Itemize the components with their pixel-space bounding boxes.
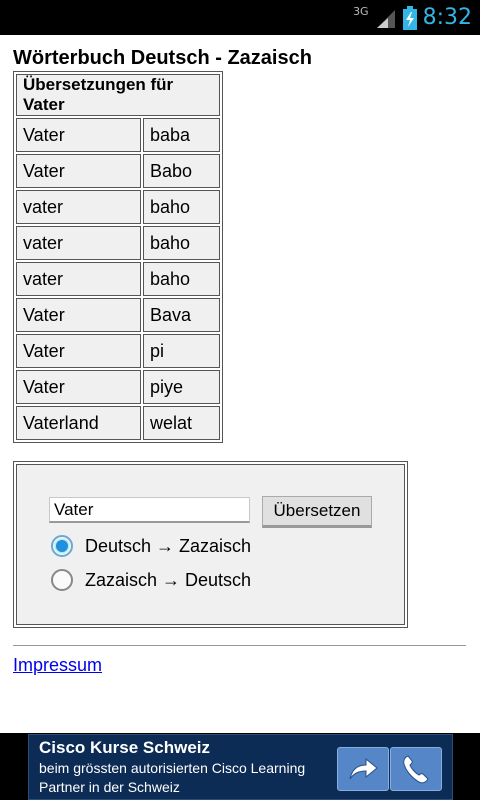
signal-icon	[376, 9, 395, 28]
zazaki-word-cell: baho	[143, 226, 220, 260]
german-word-cell: Vater	[16, 154, 141, 188]
german-word-cell: Vater	[16, 298, 141, 332]
translation-form: Übersetzen Deutsch → Zazaisch Zazaisch →…	[13, 461, 408, 628]
ad-open-button[interactable]	[337, 747, 389, 791]
table-row: Vater Babo	[16, 154, 220, 188]
german-word-cell: Vater	[16, 370, 141, 404]
table-row: Vater Bava	[16, 298, 220, 332]
translations-table: Übersetzungen für Vater Vater baba Vater…	[13, 71, 223, 443]
translation-form-panel: Übersetzen Deutsch → Zazaisch Zazaisch →…	[16, 464, 405, 625]
german-word-cell: Vater	[16, 334, 141, 368]
option-de-to-zza[interactable]: Deutsch → Zazaisch	[51, 535, 251, 557]
ad-title: Cisco Kurse Schweiz	[39, 738, 211, 757]
zazaki-word-cell: Bava	[143, 298, 220, 332]
zazaki-word-cell: baho	[143, 190, 220, 224]
german-word-cell: Vaterland	[16, 406, 141, 440]
table-row: vater baho	[16, 226, 220, 260]
battery-charging-icon	[402, 5, 417, 30]
german-word-cell: vater	[16, 262, 141, 296]
divider	[13, 645, 466, 646]
table-header: Übersetzungen für Vater	[16, 74, 220, 116]
ad-banner[interactable]: Cisco Kurse Schweiz beim grössten autori…	[28, 734, 453, 800]
zazaki-word-cell: welat	[143, 406, 220, 440]
ad-call-button[interactable]	[390, 747, 442, 791]
option-label: Deutsch → Zazaisch	[85, 535, 252, 556]
table-row: Vater pi	[16, 334, 220, 368]
phone-icon	[403, 755, 429, 784]
zazaki-word-cell: baho	[143, 262, 220, 296]
table-row: Vater piye	[16, 370, 220, 404]
radio-dot	[56, 540, 68, 552]
status-bar: 3G 8:32	[0, 0, 480, 35]
arrow-icon	[349, 757, 378, 780]
zazaki-word-cell: pi	[143, 334, 220, 368]
word-input[interactable]	[49, 497, 250, 523]
clock: 8:32	[422, 5, 472, 30]
impressum-link[interactable]: Impressum	[13, 655, 102, 676]
table-row: Vaterland welat	[16, 406, 220, 440]
main-content: Wörterbuch Deutsch - Zazaisch Übersetzun…	[13, 45, 468, 676]
german-word-cell: vater	[16, 190, 141, 224]
zazaki-word-cell: baba	[143, 118, 220, 152]
zazaki-word-cell: Babo	[143, 154, 220, 188]
table-header-row: Übersetzungen für Vater	[16, 74, 220, 116]
radio-button[interactable]	[51, 569, 73, 591]
german-word-cell: vater	[16, 226, 141, 260]
option-zza-to-de[interactable]: Zazaisch → Deutsch	[51, 569, 251, 591]
table-row: vater baho	[16, 190, 220, 224]
table-row: vater baho	[16, 262, 220, 296]
zazaki-word-cell: piye	[143, 370, 220, 404]
ad-text: beim grössten autorisierten Cisco Learni…	[39, 760, 306, 795]
table-row: Vater baba	[16, 118, 220, 152]
page-title: Wörterbuch Deutsch - Zazaisch	[13, 47, 312, 69]
ad-banner-bar: Cisco Kurse Schweiz beim grössten autori…	[0, 733, 480, 800]
option-label: Zazaisch → Deutsch	[85, 569, 252, 590]
radio-button-checked[interactable]	[51, 535, 73, 557]
network-type-label: 3G	[353, 5, 369, 18]
german-word-cell: Vater	[16, 118, 141, 152]
translate-button[interactable]: Übersetzen	[262, 496, 372, 528]
